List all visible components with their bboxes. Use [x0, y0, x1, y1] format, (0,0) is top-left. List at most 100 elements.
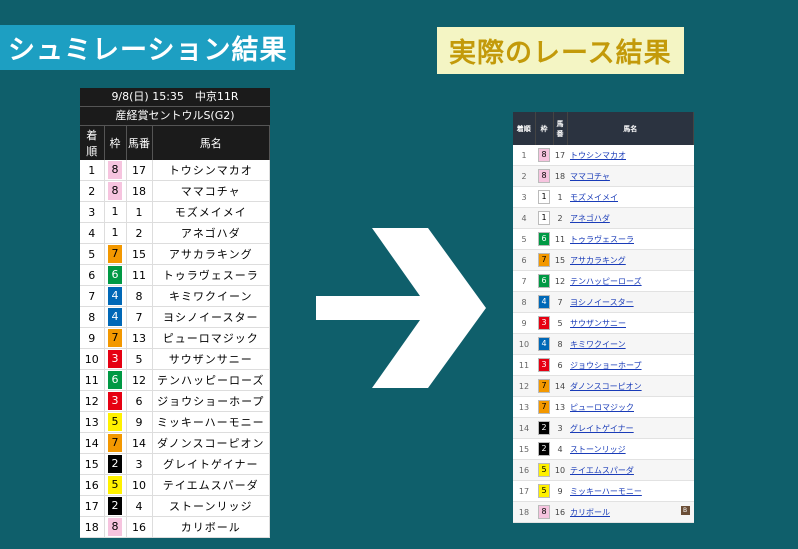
- horse-name-link[interactable]: アネゴハダ: [567, 207, 694, 229]
- horse-name-link[interactable]: ジョウショーホープ: [567, 354, 694, 376]
- horse-name-link[interactable]: ピューロマジック: [567, 396, 694, 418]
- table-row: 6 6 11 トゥラヴェスーラ: [80, 264, 270, 286]
- horse-name-text[interactable]: ジョウショーホープ: [570, 361, 642, 370]
- horse-name-cell: ダノンスコーピオン: [152, 432, 270, 454]
- horse-name-link[interactable]: テイエムスパーダ: [567, 459, 694, 481]
- table-row: 1 8 17 トウシンマカオ: [513, 145, 694, 166]
- horse-name-link[interactable]: テンハッピーローズ: [567, 270, 694, 292]
- horse-number-cell: 6: [553, 354, 567, 376]
- horse-number-cell: 15: [553, 249, 567, 271]
- table-row: 12 7 14 ダノンスコーピオン: [513, 375, 694, 397]
- waku-badge: 7: [538, 253, 550, 267]
- horse-name-link[interactable]: ミッキーハーモニー: [567, 480, 694, 502]
- waku-badge: 2: [538, 442, 550, 456]
- waku-badge: 5: [108, 413, 122, 431]
- horse-name-text[interactable]: ミッキーハーモニー: [570, 487, 642, 496]
- horse-name-text[interactable]: モズメイメイ: [570, 193, 618, 202]
- table-row: 16 5 10 テイエムスパーダ: [80, 474, 270, 496]
- table-row: 3 1 1 モズメイメイ: [513, 186, 694, 208]
- horse-name-text[interactable]: トウシンマカオ: [570, 151, 626, 160]
- horse-name-text[interactable]: グレイトゲイナー: [570, 424, 634, 433]
- horse-name-link[interactable]: ママコチャ: [567, 165, 694, 187]
- rank-cell: 15: [513, 438, 535, 460]
- rank-cell: 14: [80, 432, 105, 454]
- horse-name-text[interactable]: トゥラヴェスーラ: [570, 235, 634, 244]
- rank-cell: 10: [80, 348, 105, 370]
- horse-name-text[interactable]: アサカラキング: [570, 256, 626, 265]
- table-row: 8 4 7 ヨシノイースター: [80, 306, 270, 328]
- waku-badge: 8: [538, 148, 550, 162]
- rank-cell: 2: [513, 165, 535, 187]
- rank-cell: 4: [80, 222, 105, 244]
- waku-cell: 8: [104, 160, 127, 181]
- waku-cell: 7: [535, 375, 553, 397]
- horse-name-link[interactable]: トウシンマカオ: [567, 145, 694, 166]
- horse-name-link[interactable]: トゥラヴェスーラ: [567, 228, 694, 250]
- horse-name-text[interactable]: キミワクイーン: [570, 340, 626, 349]
- horse-name-text[interactable]: サウザンサニー: [570, 319, 626, 328]
- rank-cell: 7: [80, 285, 105, 307]
- horse-name-link[interactable]: モズメイメイ: [567, 186, 694, 208]
- waku-badge: 3: [108, 392, 122, 410]
- horse-name-link[interactable]: ストーンリッジ: [567, 438, 694, 460]
- rank-cell: 15: [80, 453, 105, 475]
- horse-name-cell: ジョウショーホープ: [152, 390, 270, 412]
- horse-number-cell: 4: [553, 438, 567, 460]
- table-row: 15 2 4 ストーンリッジ: [513, 438, 694, 460]
- col-name: 馬名: [152, 126, 270, 160]
- horse-name-text[interactable]: ピューロマジック: [570, 403, 634, 412]
- waku-badge: 6: [538, 274, 550, 288]
- horse-name-link[interactable]: ヨシノイースター: [567, 291, 694, 313]
- horse-name-link[interactable]: アサカラキング: [567, 249, 694, 271]
- horse-name-text[interactable]: ストーンリッジ: [570, 445, 626, 454]
- horse-name-text[interactable]: ママコチャ: [570, 172, 610, 181]
- table-row: 7 6 12 テンハッピーローズ: [513, 270, 694, 292]
- horse-name-link[interactable]: キミワクイーン: [567, 333, 694, 355]
- res-col-num: 馬番: [553, 112, 568, 145]
- rank-cell: 2: [80, 180, 105, 202]
- horse-name-text[interactable]: カリボール: [570, 508, 610, 517]
- waku-badge: 4: [538, 337, 550, 351]
- waku-cell: 3: [535, 312, 553, 334]
- horse-name-text[interactable]: テイエムスパーダ: [570, 466, 634, 475]
- rank-cell: 3: [513, 186, 535, 208]
- horse-name-text[interactable]: アネゴハダ: [570, 214, 610, 223]
- horse-name-link[interactable]: サウザンサニー: [567, 312, 694, 334]
- table-row: 1 8 17 トウシンマカオ: [80, 160, 270, 181]
- horse-name-link[interactable]: グレイトゲイナー: [567, 417, 694, 439]
- table-row: 9 3 5 サウザンサニー: [513, 312, 694, 334]
- waku-badge: 8: [538, 169, 550, 183]
- waku-cell: 7: [535, 396, 553, 418]
- horse-name-link[interactable]: ダノンスコーピオン: [567, 375, 694, 397]
- rank-cell: 1: [80, 160, 105, 181]
- waku-cell: 8: [535, 165, 553, 187]
- actual-results-title: 実際のレース結果: [437, 27, 684, 74]
- horse-number-cell: 9: [553, 480, 567, 502]
- rank-cell: 9: [80, 327, 105, 349]
- horse-name-text[interactable]: ダノンスコーピオン: [570, 382, 642, 391]
- waku-cell: 3: [104, 348, 127, 370]
- waku-badge: 7: [108, 434, 122, 452]
- horse-name-text[interactable]: テンハッピーローズ: [570, 277, 642, 286]
- horse-number-cell: 14: [553, 375, 567, 397]
- waku-badge: 8: [538, 505, 550, 519]
- horse-number-cell: 17: [553, 145, 567, 166]
- waku-badge: 7: [538, 379, 550, 393]
- table-row: 14 2 3 グレイトゲイナー: [513, 417, 694, 439]
- horse-name-text[interactable]: ヨシノイースター: [570, 298, 634, 307]
- rank-cell: 11: [513, 354, 535, 376]
- table-row: 9 7 13 ピューロマジック: [80, 327, 270, 349]
- horse-number-cell: 7: [126, 306, 153, 328]
- table-row: 13 7 13 ピューロマジック: [513, 396, 694, 418]
- horse-name-link[interactable]: カリボール B: [567, 501, 694, 523]
- waku-cell: 7: [104, 432, 127, 454]
- waku-badge: 6: [108, 371, 122, 389]
- horse-name-cell: ミッキーハーモニー: [152, 411, 270, 433]
- table-row: 10 3 5 サウザンサニー: [80, 348, 270, 370]
- rank-cell: 16: [80, 474, 105, 496]
- table-row: 7 4 8 キミワクイーン: [80, 285, 270, 307]
- horse-number-cell: 5: [126, 348, 153, 370]
- table-row: 15 2 3 グレイトゲイナー: [80, 453, 270, 475]
- rank-cell: 3: [80, 201, 105, 223]
- waku-cell: 7: [104, 243, 127, 265]
